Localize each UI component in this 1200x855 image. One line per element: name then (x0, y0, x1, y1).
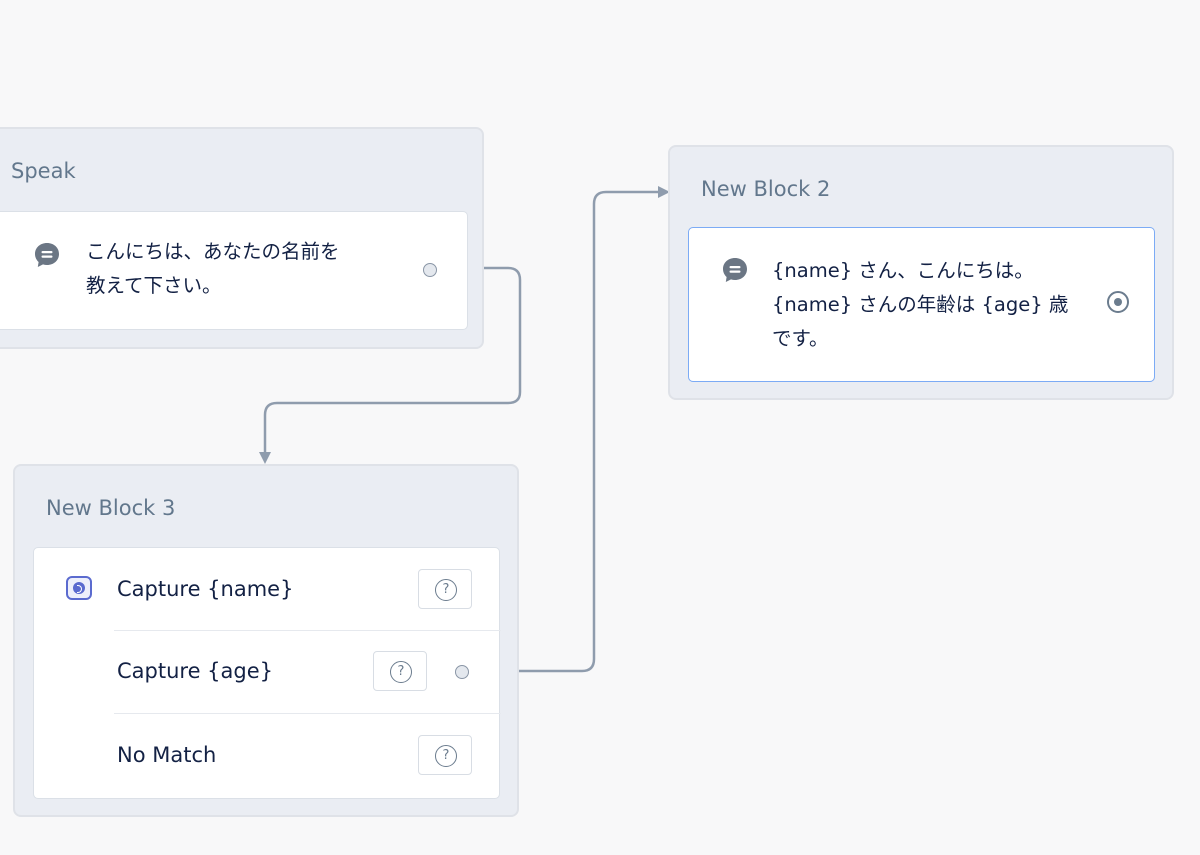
no-match-help-button[interactable]: ? (418, 735, 472, 775)
block2-text-line-3: です。 (772, 327, 829, 350)
row-divider (114, 713, 501, 714)
speak-output-port[interactable] (423, 263, 437, 277)
connector-block3-to-block2 (498, 190, 660, 673)
new-block-2[interactable]: New Block 2 {name} さん、こんにちは。 {name} さんの年… (668, 145, 1174, 400)
block2-output-port[interactable] (1107, 291, 1129, 313)
speak-bubble-icon (35, 243, 59, 267)
capture-icon (66, 576, 92, 600)
new-block-3[interactable]: New Block 3 Capture {name} ? Capture {ag… (13, 464, 519, 817)
block2-text: {name} さん、こんにちは。 {name} さんの年齢は {age} 歳 で… (772, 254, 1092, 356)
capture-age-help-button[interactable]: ? (373, 651, 427, 691)
arrow-head-block3 (259, 452, 271, 464)
capture-age-output-port[interactable] (455, 665, 469, 679)
speak-text: こんにちは、あなたの名前を 教えて下さい。 (86, 235, 396, 303)
speak-block[interactable]: Speak こんにちは、あなたの名前を 教えて下さい。 (0, 127, 484, 349)
block-title: Speak (11, 159, 76, 183)
capture-name-help-button[interactable]: ? (418, 569, 472, 609)
capture-name-label: Capture {name} (117, 577, 294, 601)
block-title: New Block 2 (701, 177, 831, 201)
speak-text-line-2: 教えて下さい。 (86, 274, 222, 297)
capture-step-card[interactable]: Capture {name} ? Capture {age} ? No Matc… (33, 547, 501, 799)
block2-text-line-1: {name} さん、こんにちは。 (772, 259, 1034, 282)
question-icon: ? (435, 579, 457, 601)
speak-bubble-icon (723, 258, 747, 282)
question-icon: ? (390, 661, 412, 683)
block-title: New Block 3 (46, 496, 176, 520)
row-divider (114, 630, 501, 631)
no-match-label: No Match (117, 743, 217, 767)
speak-step-card[interactable]: こんにちは、あなたの名前を 教えて下さい。 (0, 211, 468, 330)
flow-canvas[interactable]: Speak こんにちは、あなたの名前を 教えて下さい。 New Block 2 (0, 0, 1200, 855)
block2-step-card[interactable]: {name} さん、こんにちは。 {name} さんの年齢は {age} 歳 で… (688, 227, 1155, 382)
block2-text-line-2: {name} さんの年齢は {age} 歳 (772, 293, 1069, 316)
speak-text-line-1: こんにちは、あなたの名前を (86, 240, 340, 263)
question-icon: ? (435, 745, 457, 767)
capture-age-label: Capture {age} (117, 659, 274, 683)
